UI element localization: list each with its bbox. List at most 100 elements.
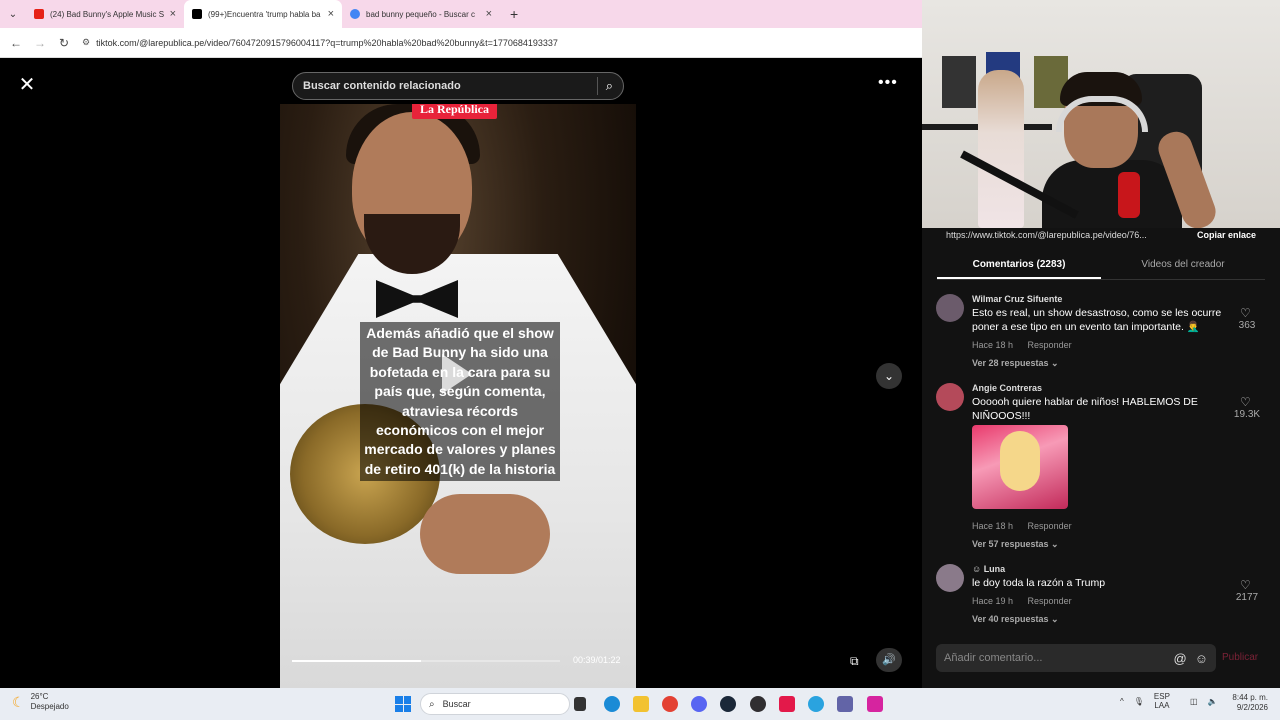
pip-icon[interactable]: ⧉ (850, 654, 859, 669)
obs-icon[interactable] (750, 696, 766, 712)
comment-item: ☺ Luna le doy toda la razón a Trump Hace… (936, 564, 1266, 628)
comment-input[interactable]: Añadir comentario... @ ☺ (936, 644, 1216, 672)
weather-condition: Despejado (30, 702, 69, 711)
youtube-icon (34, 9, 44, 19)
microphone (1118, 172, 1140, 218)
heart-icon[interactable]: ♡ (1240, 578, 1251, 592)
chevron-down-icon[interactable]: ⌄ (876, 363, 902, 389)
tab-label: (99+)Encuentra 'trump habla ba (208, 9, 321, 19)
taskbar-search[interactable]: ⌕ Buscar (420, 693, 570, 715)
tab-comments[interactable]: Comentarios (2283) (937, 252, 1101, 279)
browser-tab-google[interactable]: bad bunny pequeño - Buscar c × (342, 0, 500, 28)
divider (596, 77, 598, 95)
google-icon (350, 9, 360, 19)
comment-author[interactable]: Angie Contreras (972, 383, 1042, 393)
comment-item: Angie Contreras Oooooh quiere hablar de … (936, 383, 1266, 553)
like-count: 363 (1238, 320, 1256, 331)
network-icon[interactable]: ◫ (1190, 697, 1198, 706)
mention-icon[interactable]: @ (1174, 651, 1187, 666)
chrome-icon[interactable] (662, 696, 678, 712)
teams-icon[interactable] (837, 696, 853, 712)
search-placeholder: Buscar contenido relacionado (303, 80, 461, 92)
share-link[interactable]: https://www.tiktok.com/@larepublica.pe/v… (946, 230, 1147, 240)
microphone-icon[interactable]: 🎙 (1134, 697, 1144, 706)
close-icon[interactable]: ✕ (16, 74, 38, 96)
taskbar-search-label: Buscar (442, 699, 471, 709)
wall-poster (942, 56, 976, 108)
comment-text: Oooooh quiere hablar de niños! HABLEMOS … (972, 396, 1198, 422)
video-progress-fill (292, 660, 421, 662)
publish-button[interactable]: Publicar (1222, 652, 1258, 663)
edge-icon[interactable] (604, 696, 620, 712)
language-indicator[interactable]: ESP LAA (1154, 692, 1180, 710)
tiktok-icon (192, 9, 202, 19)
telegram-icon[interactable] (808, 696, 824, 712)
avatar[interactable] (936, 294, 964, 322)
avatar[interactable] (936, 564, 964, 592)
taskbar-clock[interactable]: 8:44 p. m. 9/2/2026 (1226, 693, 1268, 713)
emoji-icon[interactable]: ☺ (1195, 651, 1208, 666)
tray-chevron-icon[interactable]: ^ (1120, 697, 1124, 706)
weather-text: 26°C Despejado (31, 692, 69, 712)
steam-icon[interactable] (720, 696, 736, 712)
tab-label: bad bunny pequeño - Buscar c (366, 9, 475, 19)
browser-tab-youtube[interactable]: (24) Bad Bunny's Apple Music S × (26, 0, 184, 28)
instagram-icon[interactable] (867, 696, 883, 712)
video-player[interactable]: La República Además añadió que el show d… (280, 104, 636, 688)
tiktok-app-icon[interactable] (779, 696, 795, 712)
gif-figure (1000, 431, 1040, 491)
forward-button[interactable]: → (28, 36, 52, 50)
comment-text: le doy toda la razón a Trump (972, 577, 1106, 589)
heart-icon[interactable]: ♡ (1240, 395, 1251, 409)
play-icon[interactable] (442, 354, 472, 394)
file-explorer-icon[interactable] (633, 696, 649, 712)
comment-meta: Hace 18 h Responder (972, 340, 1084, 350)
site-info-icon[interactable]: ⚙ (82, 37, 90, 48)
search-icon[interactable]: ⌕ (606, 78, 613, 94)
volume-icon[interactable]: 🔊 (876, 648, 902, 672)
reply-button[interactable]: Responder (1028, 596, 1072, 606)
clock-time: 8:44 p. m. (1232, 693, 1268, 702)
url-text: tiktok.com/@larepublica.pe/video/7604720… (96, 37, 558, 48)
copy-link-button[interactable]: Copiar enlace (1197, 230, 1256, 240)
windows-start-icon[interactable] (395, 696, 411, 712)
address-bar: ← → ↻ ⚙ tiktok.com/@larepublica.pe/video… (0, 28, 922, 58)
webcam-overlay (922, 0, 1280, 228)
view-replies-button[interactable]: Ver 57 respuestas ⌄ (972, 539, 1059, 550)
weather-widget[interactable]: ☾ 26°C Despejado (12, 692, 69, 712)
view-replies-button[interactable]: Ver 28 respuestas ⌄ (972, 358, 1059, 369)
back-button[interactable]: ← (4, 36, 28, 50)
tab-search-icon[interactable]: ⌄ (0, 0, 26, 28)
close-tab-icon[interactable]: × (170, 8, 176, 20)
close-tab-icon[interactable]: × (328, 8, 334, 20)
heart-icon[interactable]: ♡ (1240, 306, 1251, 320)
tab-creator-videos[interactable]: Videos del creador (1101, 252, 1265, 279)
moon-weather-icon: ☾ (12, 693, 25, 710)
system-tray: ^ 🎙 ESP LAA ◫ 🔈 (1120, 692, 1227, 710)
comment-meta: Hace 19 h Responder (972, 596, 1084, 606)
reply-button[interactable]: Responder (1028, 521, 1072, 531)
like-count: 2177 (1235, 592, 1259, 603)
comment-author[interactable]: Wilmar Cruz Sifuente (972, 294, 1062, 304)
reload-button[interactable]: ↻ (52, 36, 76, 50)
view-replies-button[interactable]: Ver 40 respuestas ⌄ (972, 614, 1059, 625)
more-icon[interactable]: ••• (878, 74, 898, 92)
comment-meta: Hace 18 h Responder (972, 521, 1084, 531)
comment-gif-image[interactable] (972, 425, 1068, 509)
new-tab-button[interactable]: + (500, 6, 528, 22)
speaker-icon[interactable]: 🔈 (1208, 697, 1218, 706)
avatar[interactable] (936, 383, 964, 411)
discord-icon[interactable] (691, 696, 707, 712)
comments-panel: https://www.tiktok.com/@larepublica.pe/v… (922, 228, 1280, 688)
related-search-input[interactable]: Buscar contenido relacionado ⌕ (292, 72, 624, 100)
comment-time: Hace 19 h (972, 596, 1014, 606)
close-tab-icon[interactable]: × (486, 8, 492, 20)
taskview-icon[interactable] (574, 697, 586, 711)
browser-tab-tiktok[interactable]: (99+)Encuentra 'trump habla ba × (184, 0, 342, 28)
reply-button[interactable]: Responder (1028, 340, 1072, 350)
lang-top: ESP (1153, 692, 1170, 701)
video-progress-bar[interactable] (292, 660, 560, 662)
url-field[interactable]: ⚙ tiktok.com/@larepublica.pe/video/76047… (82, 32, 922, 54)
video-stage: ✕ Buscar contenido relacionado ⌕ ••• ⌄ L… (0, 58, 918, 688)
comment-author[interactable]: ☺ Luna (972, 564, 1005, 574)
